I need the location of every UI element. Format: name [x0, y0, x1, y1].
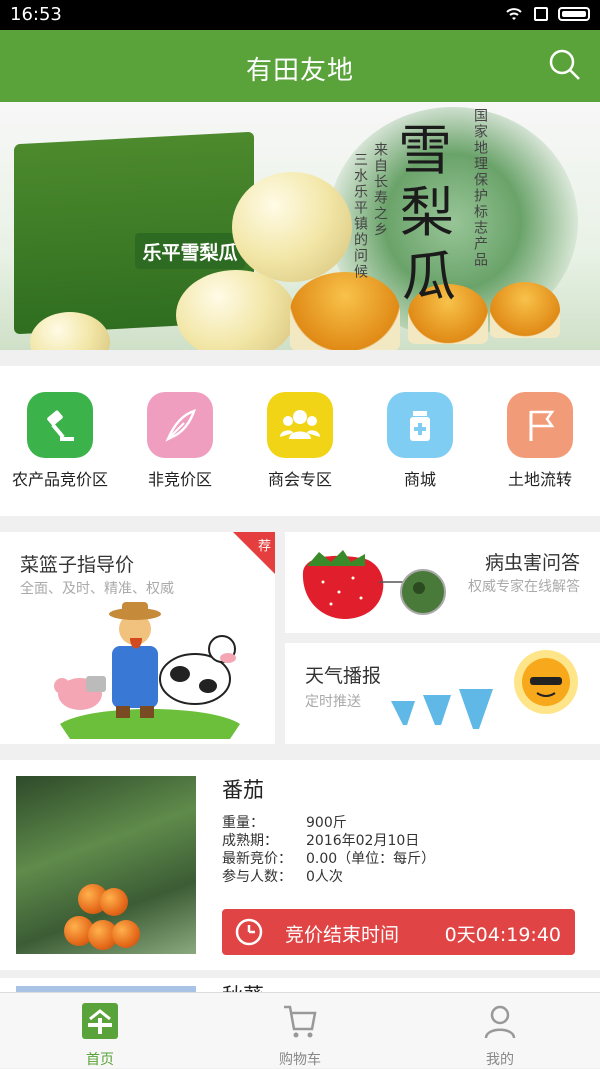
banner-side-text: 来自长寿之乡 [372, 142, 388, 238]
product-weight-row: 重量： 900斤 [222, 812, 347, 832]
tab-label: 首页 [86, 1052, 114, 1068]
pest-qa-card[interactable]: 病虫害问答 权威专家在线解答 [285, 532, 600, 633]
row-value: 2016年02月10日 [306, 833, 420, 849]
melon-slice-image [490, 282, 560, 338]
search-icon[interactable] [548, 48, 582, 82]
status-bar: 16:53 [0, 0, 600, 30]
bid-end-time-button[interactable]: 竞价结束时间 0天04:19:40 [222, 909, 575, 955]
category-non-auction[interactable]: 非竞价区 [120, 392, 240, 490]
card-title: 天气播报 [305, 665, 382, 687]
bottle-icon [387, 392, 453, 458]
category-mall[interactable]: 商城 [360, 392, 480, 490]
tab-cart[interactable]: 购物车 [200, 1001, 400, 1069]
banner-side-text: 国家地理保护标志产品 [472, 108, 488, 268]
tornado-icon [391, 689, 493, 729]
user-icon [484, 1005, 516, 1039]
status-time: 16:53 [10, 4, 62, 25]
wifi-icon [506, 8, 522, 20]
row-key: 重量： [222, 815, 264, 831]
melon-image [232, 172, 352, 282]
flag-icon [507, 392, 573, 458]
row-key: 成熟期： [222, 833, 278, 849]
bid-end-label: 竞价结束时间 [285, 924, 400, 946]
countdown-timer: 0天04:19:40 [444, 924, 561, 946]
product-card[interactable]: 番茄 重量： 900斤 成熟期： 2016年02月10日 最新竞价： 0.00（单位：… [0, 760, 600, 970]
category-grid: 农产品竞价区 非竞价区 商会专区 商城 土地流转 [0, 366, 600, 516]
app-header: 有田友地 [0, 30, 600, 102]
category-chamber[interactable]: 商会专区 [240, 392, 360, 490]
row-key: 参与人数： [222, 869, 292, 885]
home-icon [82, 1003, 118, 1039]
tab-label: 我的 [486, 1052, 514, 1068]
category-label: 非竞价区 [147, 470, 212, 489]
basket-price-card[interactable]: 菜篮子指导价 全面、及时、精准、权威 荐 [0, 532, 275, 744]
row-value: 0人次 [306, 869, 343, 885]
farmer-illustration [54, 602, 240, 739]
melon-slice-image [290, 272, 400, 350]
strawberry-illustration [302, 550, 446, 619]
banner-char: 瓜 [402, 245, 456, 308]
tab-label: 购物车 [279, 1052, 321, 1068]
product-image [16, 776, 196, 954]
card-subtitle: 权威专家在线解答 [468, 579, 580, 595]
banner-box-label: 乐平雪梨瓜 [135, 233, 245, 269]
category-label: 土地流转 [507, 470, 572, 489]
recommend-badge-text: 荐 [257, 539, 271, 554]
category-auction[interactable]: 农产品竞价区 [0, 392, 120, 490]
app-title: 有田友地 [245, 56, 354, 86]
row-value: 900斤 [306, 815, 347, 831]
category-label: 商会专区 [267, 470, 332, 489]
tab-home[interactable]: 首页 [0, 1001, 200, 1069]
melon-image [176, 270, 296, 350]
status-icons [504, 6, 590, 22]
bottom-tab-bar: 首页 购物车 我的 [0, 992, 600, 1068]
category-land[interactable]: 土地流转 [480, 392, 600, 490]
category-label: 农产品竞价区 [11, 470, 108, 489]
battery-icon [558, 7, 590, 21]
product-maturity-row: 成熟期： 2016年02月10日 [222, 830, 419, 850]
card-title: 病虫害问答 [484, 552, 580, 574]
sim-icon [534, 7, 548, 21]
people-icon [267, 392, 333, 458]
sun-icon [514, 650, 578, 714]
feather-icon [147, 392, 213, 458]
banner-side-text: 三水乐平镇的问候 [352, 152, 368, 280]
tab-profile[interactable]: 我的 [400, 1001, 600, 1069]
clock-icon [235, 918, 263, 946]
card-title: 菜篮子指导价 [20, 554, 135, 576]
cart-icon [284, 1005, 317, 1038]
weather-card[interactable]: 天气播报 定时推送 [285, 643, 600, 744]
row-key: 最新竞价： [222, 851, 292, 867]
product-name: 番茄 [222, 778, 264, 802]
product-participants-row: 参与人数： 0人次 [222, 866, 343, 886]
product-bid-row: 最新竞价： 0.00（单位：每斤） [222, 848, 435, 868]
row-value: 0.00（单位：每斤） [306, 851, 436, 867]
category-label: 商城 [403, 470, 436, 489]
promo-banner[interactable]: 乐平雪梨瓜 雪 梨 瓜 国家地理保护标志产品 来自长寿之乡 三水乐平镇的问候 [0, 102, 600, 350]
gavel-icon [27, 392, 93, 458]
card-subtitle: 定时推送 [305, 694, 361, 710]
